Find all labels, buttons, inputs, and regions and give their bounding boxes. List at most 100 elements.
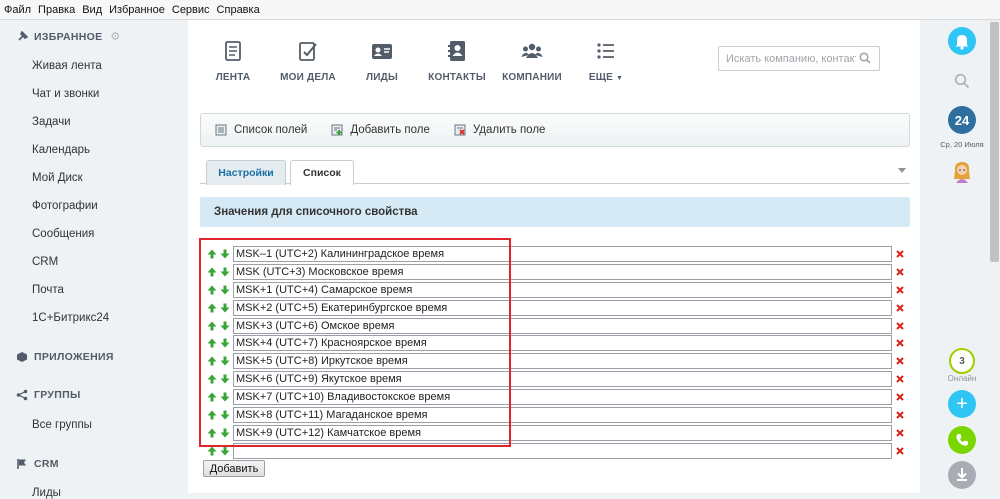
move-down-icon[interactable] xyxy=(220,428,230,438)
sidebar-item-all-groups[interactable]: Все группы xyxy=(32,419,92,431)
move-up-icon[interactable] xyxy=(207,392,217,402)
delete-icon[interactable] xyxy=(895,267,905,277)
sidebar-crm-header[interactable]: CRM xyxy=(16,458,59,470)
sidebar-item-1c[interactable]: 1С+Битрикс24 xyxy=(32,312,109,324)
search-icon[interactable] xyxy=(859,52,871,64)
value-input[interactable] xyxy=(233,389,892,406)
menu-edit[interactable]: Правка xyxy=(38,4,75,16)
delete-icon[interactable] xyxy=(895,392,905,402)
delete-icon[interactable] xyxy=(895,303,905,313)
menu-favorites[interactable]: Избранное xyxy=(109,4,165,16)
value-input[interactable] xyxy=(233,335,892,352)
search-input[interactable]: Искать компанию, контакт xyxy=(718,46,880,71)
move-up-icon[interactable] xyxy=(207,428,217,438)
delete-icon[interactable] xyxy=(895,338,905,348)
gear-icon[interactable]: ⚙ xyxy=(110,30,120,43)
value-input[interactable] xyxy=(233,424,892,441)
nav-companies[interactable]: КОМПАНИИ xyxy=(497,40,567,83)
nav-feed[interactable]: ЛЕНТА xyxy=(198,40,268,83)
tab-list[interactable]: Список xyxy=(290,160,354,185)
sidebar-item-calendar[interactable]: Календарь xyxy=(32,144,90,156)
move-down-icon[interactable] xyxy=(220,410,230,420)
move-up-icon[interactable] xyxy=(207,410,217,420)
move-up-icon[interactable] xyxy=(207,321,217,331)
phone-button[interactable] xyxy=(948,426,976,454)
add-icon[interactable]: + xyxy=(948,390,976,418)
value-input[interactable] xyxy=(233,371,892,388)
delete-icon[interactable] xyxy=(895,446,905,456)
menu-help[interactable]: Справка xyxy=(217,4,260,16)
value-input[interactable] xyxy=(233,442,892,459)
avatar[interactable] xyxy=(950,159,974,183)
value-input[interactable] xyxy=(233,263,892,280)
add-value-button[interactable]: Добавить xyxy=(203,460,265,477)
menu-file[interactable]: Файл xyxy=(4,4,31,16)
move-down-icon[interactable] xyxy=(220,285,230,295)
value-input[interactable] xyxy=(233,281,892,298)
value-input[interactable] xyxy=(233,407,892,424)
scrollbar[interactable] xyxy=(989,20,1000,493)
value-input[interactable] xyxy=(233,299,892,316)
download-icon xyxy=(957,468,967,481)
value-row xyxy=(203,442,908,461)
delete-icon[interactable] xyxy=(895,356,905,366)
move-down-icon[interactable] xyxy=(220,249,230,259)
move-down-icon[interactable] xyxy=(220,446,230,456)
scrollbar-thumb[interactable] xyxy=(990,22,999,262)
menu-view[interactable]: Вид xyxy=(82,4,102,16)
move-down-icon[interactable] xyxy=(220,374,230,384)
sidebar-item-messages[interactable]: Сообщения xyxy=(32,228,94,240)
delete-icon[interactable] xyxy=(895,285,905,295)
move-up-icon[interactable] xyxy=(207,374,217,384)
move-up-icon[interactable] xyxy=(207,338,217,348)
sidebar-groups-header[interactable]: ГРУППЫ xyxy=(16,389,81,401)
move-down-icon[interactable] xyxy=(220,338,230,348)
sidebar-item-chat[interactable]: Чат и звонки xyxy=(32,88,99,100)
value-input[interactable] xyxy=(233,317,892,334)
add-field-button[interactable]: Добавить поле xyxy=(331,124,430,136)
sidebar-item-mail[interactable]: Почта xyxy=(32,284,64,296)
move-down-icon[interactable] xyxy=(220,356,230,366)
move-up-icon[interactable] xyxy=(207,356,217,366)
value-row xyxy=(203,299,908,318)
value-input[interactable] xyxy=(233,246,892,262)
sidebar-favorites-header[interactable]: ИЗБРАННОЕ ⚙ xyxy=(16,30,121,43)
move-down-icon[interactable] xyxy=(220,267,230,277)
sidebar-item-tasks[interactable]: Задачи xyxy=(32,116,71,128)
delete-icon[interactable] xyxy=(895,374,905,384)
nav-my-tasks[interactable]: МОИ ДЕЛА xyxy=(273,40,343,83)
delete-field-button[interactable]: Удалить поле xyxy=(454,124,545,136)
menu-tools[interactable]: Сервис xyxy=(172,4,210,16)
notifications-button[interactable] xyxy=(948,27,976,55)
delete-icon[interactable] xyxy=(895,428,905,438)
nav-leads[interactable]: ЛИДЫ xyxy=(347,40,417,83)
move-down-icon[interactable] xyxy=(220,321,230,331)
move-up-icon[interactable] xyxy=(207,303,217,313)
bitrix24-badge[interactable]: 24 xyxy=(948,106,976,134)
sidebar-item-crm[interactable]: CRM xyxy=(32,256,58,268)
sidebar-item-feed[interactable]: Живая лента xyxy=(32,60,102,72)
sidebar-item-photos[interactable]: Фотографии xyxy=(32,200,98,212)
collapse-arrow-icon[interactable] xyxy=(898,168,906,173)
search-icon[interactable] xyxy=(954,73,970,89)
tab-settings[interactable]: Настройки xyxy=(206,160,286,185)
sidebar-groups-title: ГРУППЫ xyxy=(34,389,81,401)
delete-icon[interactable] xyxy=(895,321,905,331)
online-counter[interactable]: 3 xyxy=(949,348,975,374)
sidebar-item-disk[interactable]: Мой Диск xyxy=(32,172,83,184)
download-button[interactable] xyxy=(948,461,976,489)
sidebar-apps-header[interactable]: ПРИЛОЖЕНИЯ xyxy=(16,351,114,363)
move-up-icon[interactable] xyxy=(207,249,217,259)
sidebar-item-leads[interactable]: Лиды xyxy=(32,487,61,499)
list-fields-button[interactable]: Список полей xyxy=(215,124,307,136)
nav-more[interactable]: ЕЩЕ ▼ xyxy=(571,40,641,83)
value-input[interactable] xyxy=(233,353,892,370)
delete-icon[interactable] xyxy=(895,249,905,259)
move-up-icon[interactable] xyxy=(207,285,217,295)
move-up-icon[interactable] xyxy=(207,446,217,456)
move-down-icon[interactable] xyxy=(220,303,230,313)
move-up-icon[interactable] xyxy=(207,267,217,277)
move-down-icon[interactable] xyxy=(220,392,230,402)
delete-icon[interactable] xyxy=(895,410,905,420)
nav-contacts[interactable]: КОНТАКТЫ xyxy=(422,40,492,83)
